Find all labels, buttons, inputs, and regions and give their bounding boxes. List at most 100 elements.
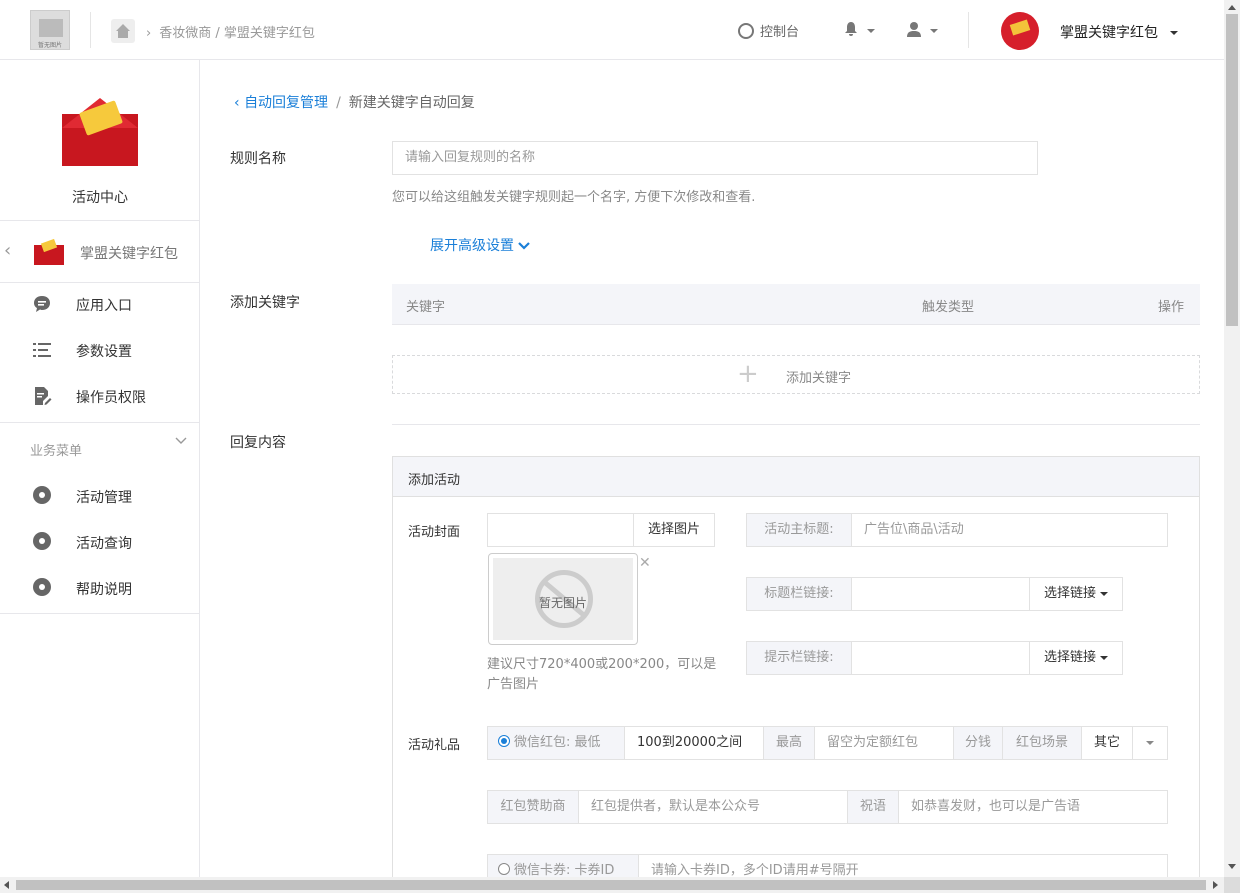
- remove-image-icon[interactable]: ✕: [639, 555, 651, 571]
- console-link[interactable]: 控制台: [738, 21, 799, 40]
- radio-button[interactable]: [498, 863, 510, 875]
- caret-down-icon: [867, 28, 876, 33]
- cover-label: 活动封面: [408, 525, 461, 540]
- breadcrumb-current: 新建关键字自动回复: [348, 95, 475, 111]
- advanced-settings-label: 展开高级设置: [430, 238, 514, 254]
- sidebar-item-label: 参数设置: [76, 344, 132, 360]
- scene-select[interactable]: 其它: [1081, 726, 1133, 760]
- home-icon[interactable]: [111, 19, 135, 43]
- wish-label: 祝语: [847, 790, 899, 824]
- scroll-thumb[interactable]: [1226, 14, 1238, 326]
- account-avatar[interactable]: [1001, 12, 1039, 50]
- wish-input[interactable]: 如恭喜发财，也可以是广告语: [898, 790, 1168, 824]
- wechat-redpack-option[interactable]: 微信红包: 最低: [487, 726, 625, 760]
- user-icon: [907, 22, 921, 37]
- chat-icon: [34, 296, 50, 312]
- redpacket-icon: [34, 237, 64, 265]
- gear-icon: [32, 486, 52, 506]
- chevron-down-icon[interactable]: [174, 434, 188, 448]
- caret-down-icon: [1100, 655, 1108, 660]
- sidebar-item-activity-manage[interactable]: 活动管理: [0, 476, 200, 516]
- title-link-input[interactable]: [851, 577, 1031, 611]
- sponsor-input[interactable]: 红包提供者，默认是本公众号: [578, 790, 848, 824]
- sidebar-item-params[interactable]: 参数设置: [0, 330, 200, 370]
- breadcrumb-back-link[interactable]: ‹ 自动回复管理: [234, 95, 328, 111]
- sidebar-item-label: 操作员权限: [76, 390, 146, 406]
- add-activity-panel: 添加活动 活动封面 选择图片 暂无图片 ✕ 建议尺寸720*400或200*20…: [392, 456, 1200, 877]
- scroll-thumb[interactable]: [16, 880, 1206, 890]
- tip-link-input[interactable]: [851, 641, 1031, 675]
- column-trigger-type: 触发类型: [922, 300, 975, 315]
- panel-title: 添加活动: [393, 457, 1199, 497]
- max-label: 最高: [763, 726, 815, 760]
- sidebar-item-app-entry[interactable]: 应用入口: [0, 284, 200, 324]
- add-keyword-button[interactable]: + 添加关键字: [392, 355, 1200, 394]
- sidebar-item-activity-query[interactable]: 活动查询: [0, 522, 200, 562]
- gear-icon: [32, 578, 52, 598]
- bell-icon: [845, 22, 857, 36]
- vertical-scrollbar[interactable]: [1224, 0, 1240, 877]
- scroll-right-arrow[interactable]: [1213, 881, 1218, 889]
- keywords-label: 添加关键字: [230, 295, 300, 311]
- wechat-redpack-label: 微信红包: 最低: [514, 735, 601, 750]
- no-image-icon: 暂无图片: [493, 558, 633, 640]
- tip-link-label: 提示栏链接:: [746, 641, 852, 675]
- account-title: 掌盟关键字红包: [1060, 25, 1158, 41]
- select-link-label: 选择链接: [1043, 586, 1096, 601]
- divider: [0, 282, 200, 283]
- current-app-item[interactable]: ‹ 掌盟关键字红包: [0, 221, 200, 282]
- rule-name-input[interactable]: 请输入回复规则的名称: [392, 141, 1038, 175]
- main-content: ‹ 自动回复管理 / 新建关键字自动回复 规则名称 请输入回复规则的名称 您可以给这…: [200, 60, 1224, 877]
- cover-path-input[interactable]: [487, 513, 635, 547]
- wechat-card-option[interactable]: 微信卡券: 卡券ID: [487, 854, 639, 877]
- chevron-left-icon[interactable]: ‹: [4, 240, 11, 261]
- advanced-settings-toggle[interactable]: 展开高级设置: [430, 235, 531, 255]
- min-amount-input[interactable]: 100到20000之间: [624, 726, 764, 760]
- notifications-dropdown[interactable]: [843, 21, 876, 38]
- title-link-label: 标题栏链接:: [746, 577, 852, 611]
- scroll-left-arrow[interactable]: [4, 881, 9, 889]
- divider: [0, 422, 200, 423]
- sidebar-item-label: 应用入口: [76, 298, 132, 314]
- app-name: 掌盟关键字红包: [80, 246, 178, 262]
- business-menu-header[interactable]: 业务菜单: [30, 440, 82, 459]
- top-breadcrumb-text: 香妆微商 / 掌盟关键字红包: [159, 26, 315, 41]
- sidebar: 活动中心 ‹ 掌盟关键字红包 应用入口 参数设置 操作员权限 业务菜单 活动管理…: [0, 60, 200, 877]
- radio-button[interactable]: [498, 735, 510, 747]
- sidebar-item-label: 活动查询: [76, 536, 132, 552]
- scene-dropdown-toggle[interactable]: [1132, 726, 1168, 760]
- sidebar-item-operators[interactable]: 操作员权限: [0, 376, 200, 416]
- cover-hint: 建议尺寸720*400或200*200，可以是广告图片: [487, 657, 717, 692]
- card-id-input[interactable]: 请输入卡券ID，多个ID请用#号隔开: [638, 854, 1168, 877]
- scroll-down-arrow[interactable]: [1228, 864, 1236, 869]
- main-title-label: 活动主标题:: [746, 513, 852, 547]
- image-icon: [39, 19, 63, 37]
- horizontal-scrollbar[interactable]: [0, 877, 1224, 893]
- reply-content-label: 回复内容: [230, 435, 286, 451]
- wechat-card-label: 微信卡券: 卡券ID: [514, 863, 615, 877]
- chevron-down-icon: [518, 242, 531, 250]
- logo-placeholder-image[interactable]: 暂无图片: [30, 10, 70, 50]
- sidebar-item-label: 活动管理: [76, 490, 132, 506]
- main-title-input[interactable]: 广告位\商品\活动: [851, 513, 1168, 547]
- select-image-button[interactable]: 选择图片: [633, 513, 715, 547]
- caret-down-icon: [1170, 31, 1178, 35]
- plus-icon: +: [737, 359, 759, 389]
- column-keyword: 关键字: [406, 300, 446, 315]
- account-menu[interactable]: 掌盟关键字红包: [1060, 22, 1178, 42]
- select-link-label: 选择链接: [1043, 650, 1096, 665]
- sponsor-label: 红包赞助商: [487, 790, 579, 824]
- rule-name-label: 规则名称: [230, 151, 286, 167]
- no-image-text: 暂无图片: [538, 596, 587, 610]
- rule-name-hint: 您可以给这组触发关键字规则起一个名字, 方便下次修改和查看.: [392, 190, 756, 205]
- breadcrumb: ‹ 自动回复管理 / 新建关键字自动回复: [234, 92, 475, 112]
- tip-link-select-button[interactable]: 选择链接: [1029, 641, 1123, 675]
- max-amount-input[interactable]: 留空为定额红包: [814, 726, 954, 760]
- console-label: 控制台: [760, 25, 800, 40]
- scroll-up-arrow[interactable]: [1228, 5, 1236, 10]
- breadcrumb-separator: /: [336, 95, 341, 111]
- activity-center-label: 活动中心: [72, 190, 128, 206]
- sidebar-item-help[interactable]: 帮助说明: [0, 568, 200, 608]
- title-link-select-button[interactable]: 选择链接: [1029, 577, 1123, 611]
- user-dropdown[interactable]: [906, 21, 939, 38]
